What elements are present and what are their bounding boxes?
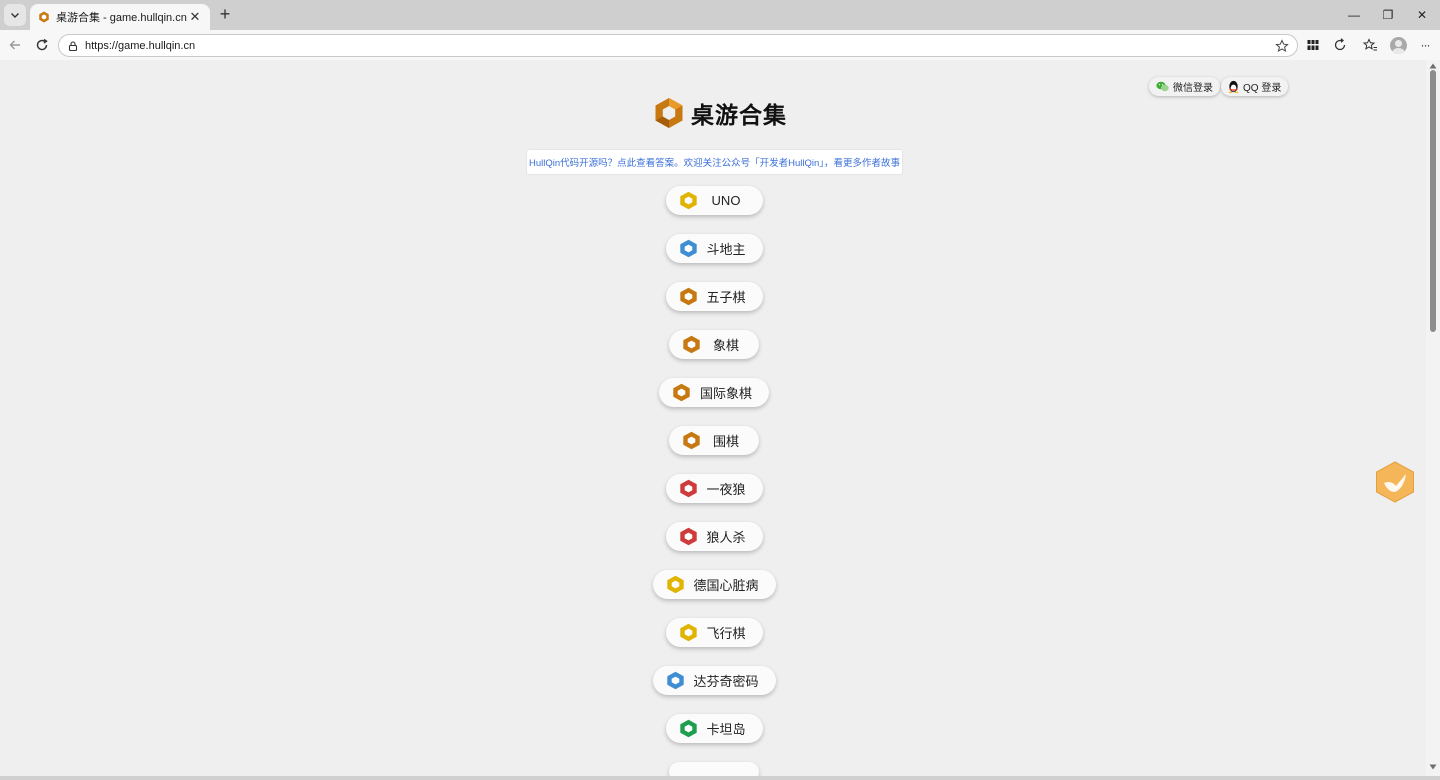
page-header: 桌游合集 (0, 96, 1440, 130)
address-bar[interactable]: https://game.hullqin.cn (58, 34, 1298, 57)
hex-orange-icon (683, 335, 700, 354)
extension-button[interactable] (1304, 36, 1322, 54)
game-button[interactable]: 卡坦岛 (665, 714, 763, 743)
wechat-login-button[interactable]: 微信登录 (1149, 77, 1220, 96)
open-source-notice-link[interactable]: HullQin代码开源吗？点此查看答案。欢迎关注公众号「开发者HullQin」，… (527, 150, 902, 174)
hex-orange-icon (683, 431, 700, 450)
game-label: 卡坦岛 (706, 722, 746, 737)
hex-orange-icon (679, 287, 697, 306)
hex-yellow-icon (679, 623, 697, 642)
tab-close-icon[interactable]: ✕ (188, 10, 202, 24)
scroll-up-icon[interactable] (1429, 63, 1437, 69)
hex-yellow-icon (666, 575, 684, 594)
qq-login-button[interactable]: QQ 登录 (1221, 77, 1289, 96)
site-info-icon[interactable] (67, 40, 79, 52)
restore-button[interactable]: ❐ (1378, 6, 1398, 24)
close-window-button[interactable]: ✕ (1412, 6, 1432, 24)
game-label: UNO (711, 193, 741, 208)
game-label: 斗地主 (706, 242, 746, 257)
hex-red-icon (679, 527, 697, 546)
tab-strip: 桌游合集 - game.hullqin.cn ✕ + — ❐ ✕ (0, 0, 1440, 30)
game-button[interactable]: 飞行棋 (665, 618, 763, 647)
hex-orange-icon (673, 383, 690, 402)
game-button[interactable]: 狼人杀 (665, 522, 763, 551)
game-button[interactable]: 象棋 (669, 330, 759, 359)
tab-title: 桌游合集 - game.hullqin.cn (56, 12, 187, 24)
avatar (1389, 36, 1407, 54)
page-title: 桌游合集 (691, 102, 787, 128)
browser-essentials-button[interactable] (1331, 36, 1349, 54)
game-button[interactable]: 围棋 (669, 426, 759, 455)
game-label: 飞行棋 (706, 626, 746, 641)
hex-yellow-icon (679, 191, 697, 210)
back-arrow-icon (9, 40, 20, 50)
hex-red-icon (679, 479, 697, 498)
wechat-login-label: 微信登录 (1173, 83, 1213, 94)
game-label: 围棋 (712, 434, 739, 449)
hexagon-logo-icon (39, 11, 49, 23)
chevron-down-icon (11, 13, 19, 18)
new-tab-button[interactable]: + (215, 5, 235, 25)
page-content: 微信登录 QQ 登录 桌游合集 HullQin代码开源吗？点此查看答案。欢迎关注… (0, 60, 1440, 776)
game-label: 德国心脏病 (693, 578, 759, 593)
tab-list-button[interactable] (4, 4, 26, 26)
game-button[interactable]: UNO (665, 186, 763, 215)
browser-tab[interactable]: 桌游合集 - game.hullqin.cn ✕ (30, 4, 210, 30)
extension-icon (1307, 40, 1319, 50)
game-button-partial[interactable] (669, 762, 759, 776)
reload-icon (36, 38, 48, 51)
refresh-heart-icon (1334, 38, 1346, 51)
hex-blue-icon (679, 239, 697, 258)
game-button[interactable]: 斗地主 (665, 234, 763, 263)
browser-toolbar: https://game.hullqin.cn ··· (0, 30, 1440, 60)
favorites-list-icon (1362, 38, 1377, 51)
game-label: 国际象棋 (699, 386, 752, 401)
game-button[interactable]: 五子棋 (665, 282, 763, 311)
game-button[interactable]: 一夜狼 (665, 474, 763, 503)
url-text: https://game.hullqin.cn (85, 39, 196, 52)
qq-login-label: QQ 登录 (1243, 83, 1282, 94)
profile-button[interactable] (1389, 36, 1407, 54)
game-label: 一夜狼 (706, 482, 746, 497)
bird-logo-icon[interactable] (1375, 461, 1415, 503)
game-label: 象棋 (712, 338, 739, 353)
scrollbar-thumb[interactable] (1430, 70, 1436, 332)
minimize-button[interactable]: — (1344, 6, 1364, 24)
window-bottom-edge (0, 776, 1440, 780)
more-menu-icon[interactable]: ··· (1416, 36, 1434, 54)
game-button[interactable]: 达芬奇密码 (652, 666, 776, 695)
reload-button[interactable] (33, 36, 51, 54)
hex-blue-icon (666, 671, 684, 690)
wechat-icon (1156, 81, 1169, 92)
favorite-star-icon[interactable] (1275, 38, 1289, 53)
game-label: 五子棋 (706, 290, 746, 305)
game-label: 达芬奇密码 (693, 674, 759, 689)
page-scrollbar[interactable] (1426, 60, 1440, 776)
game-button[interactable]: 国际象棋 (659, 378, 769, 407)
hexagon-logo-icon (655, 98, 683, 128)
scroll-down-icon[interactable] (1429, 764, 1437, 770)
game-button[interactable]: 德国心脏病 (652, 570, 776, 599)
game-label: 狼人杀 (706, 530, 746, 545)
favorites-button[interactable] (1361, 36, 1379, 54)
back-button[interactable] (6, 36, 24, 54)
qq-penguin-icon (1228, 80, 1239, 93)
hex-green-icon (679, 719, 697, 738)
